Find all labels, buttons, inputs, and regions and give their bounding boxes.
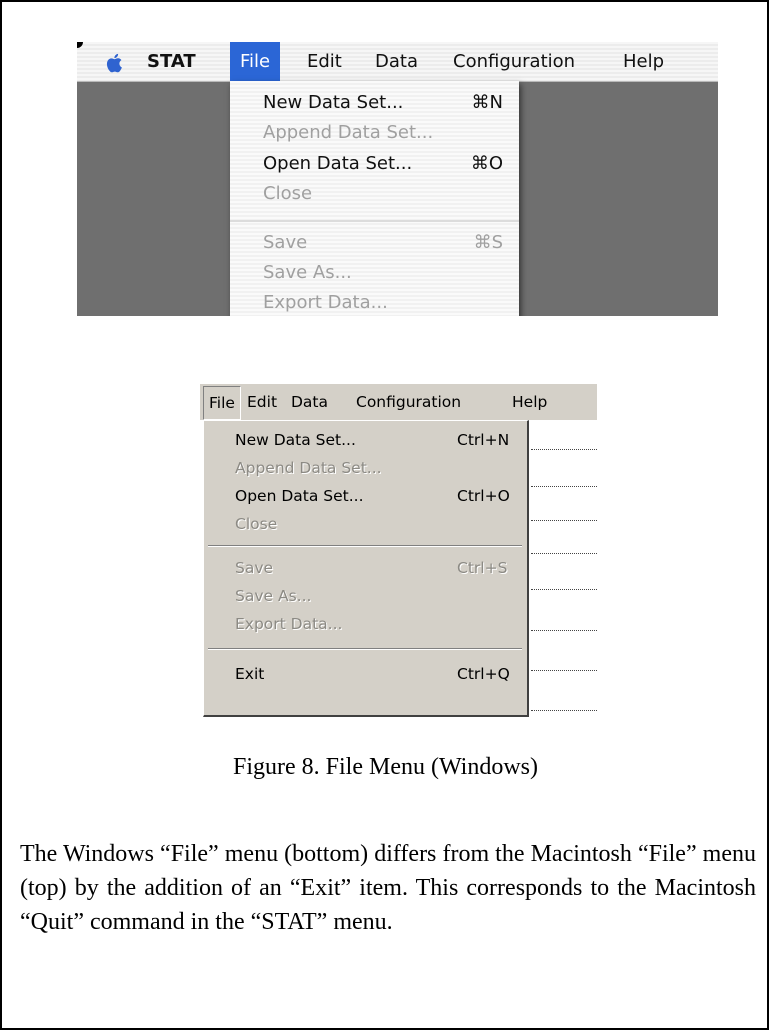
grid-line — [531, 630, 597, 631]
menu-item-label: Export Data... — [235, 615, 343, 633]
grid-line — [531, 589, 597, 590]
menu-item-label: New Data Set... — [263, 92, 404, 113]
menu-item-open-data-set[interactable]: Open Data Set... Ctrl+O — [235, 487, 515, 515]
menu-item-shortcut: ⌘N — [471, 92, 503, 113]
menu-item-shortcut: ⌘O — [470, 153, 503, 174]
grid-line — [531, 710, 597, 711]
screen-corner — [77, 42, 83, 48]
apple-icon[interactable] — [103, 51, 127, 75]
menu-item-label: New Data Set... — [235, 431, 356, 449]
menu-item-shortcut: Ctrl+O — [457, 487, 510, 505]
menu-item-shortcut: Ctrl+Q — [457, 665, 510, 683]
menu-item-close: Close — [263, 183, 503, 213]
windows-menubar: File Edit Data Configuration Help — [200, 384, 597, 420]
menu-help[interactable]: Help — [623, 42, 664, 81]
menu-item-export-data: Export Data... — [235, 615, 515, 643]
menu-item-export-data: Export Data... — [263, 292, 503, 316]
grid-line — [531, 449, 597, 450]
menu-item-exit[interactable]: Exit Ctrl+Q — [235, 665, 515, 693]
menu-item-label: Open Data Set... — [263, 153, 413, 174]
grid-line — [531, 486, 597, 487]
menu-item-append-data-set: Append Data Set... — [235, 459, 515, 487]
menu-item-open-data-set[interactable]: Open Data Set... ⌘O — [263, 153, 503, 183]
menu-item-label: Close — [263, 183, 313, 204]
menu-configuration[interactable]: Configuration — [453, 42, 575, 81]
menu-help[interactable]: Help — [512, 384, 547, 420]
menu-item-label: Close — [235, 515, 278, 533]
menu-item-new-data-set[interactable]: New Data Set... ⌘N — [263, 92, 503, 122]
menu-edit[interactable]: Edit — [247, 384, 277, 420]
menu-item-label: Save — [263, 232, 308, 253]
menu-item-label: Exit — [235, 665, 265, 683]
menu-item-label: Save — [235, 559, 274, 577]
menu-item-save-as: Save As... — [235, 587, 515, 615]
menu-item-shortcut: Ctrl+N — [457, 431, 510, 449]
menu-item-label: Append Data Set... — [235, 459, 382, 477]
menu-configuration[interactable]: Configuration — [356, 384, 461, 420]
menu-separator — [208, 545, 522, 547]
menu-item-label: Open Data Set... — [235, 487, 364, 505]
menu-item-label: Export Data... — [263, 292, 388, 313]
menu-item-shortcut: ⌘S — [473, 232, 503, 253]
windows-file-dropdown: New Data Set... Ctrl+N Append Data Set..… — [203, 420, 529, 717]
mac-file-dropdown: New Data Set... ⌘N Append Data Set... Op… — [230, 81, 519, 316]
menu-data[interactable]: Data — [375, 42, 418, 81]
menu-separator — [208, 648, 522, 650]
menu-item-label: Save As... — [263, 262, 352, 283]
body-paragraph: The Windows “File” menu (bottom) differs… — [20, 841, 756, 935]
window-background-grid — [529, 420, 597, 720]
menu-separator — [230, 220, 519, 222]
menu-app-stat[interactable]: STAT — [147, 42, 196, 81]
menu-item-save-as: Save As... — [263, 262, 503, 292]
menu-item-label: Append Data Set... — [263, 122, 434, 143]
grid-line — [531, 553, 597, 554]
mac-menubar: STAT File Edit Data Configuration Help — [77, 42, 718, 82]
menu-item-save: Save ⌘S — [263, 232, 503, 262]
figure-caption: Figure 8. File Menu (Windows) — [232, 754, 538, 780]
menu-data[interactable]: Data — [291, 384, 328, 420]
menu-item-close: Close — [235, 515, 515, 543]
menu-edit[interactable]: Edit — [307, 42, 342, 81]
windows-screenshot: File Edit Data Configuration Help New Da… — [200, 384, 597, 720]
menu-item-shortcut: Ctrl+S — [457, 559, 508, 577]
mac-screenshot: STAT File Edit Data Configuration Help N… — [77, 42, 718, 316]
menu-item-new-data-set[interactable]: New Data Set... Ctrl+N — [235, 431, 515, 459]
menu-file-active[interactable]: File — [230, 42, 281, 81]
grid-line — [531, 520, 597, 521]
menu-item-save: Save Ctrl+S — [235, 559, 515, 587]
menu-file-active[interactable]: File — [203, 386, 241, 420]
menu-item-label: Save As... — [235, 587, 312, 605]
grid-line — [531, 670, 597, 671]
menu-item-append-data-set: Append Data Set... — [263, 122, 503, 152]
